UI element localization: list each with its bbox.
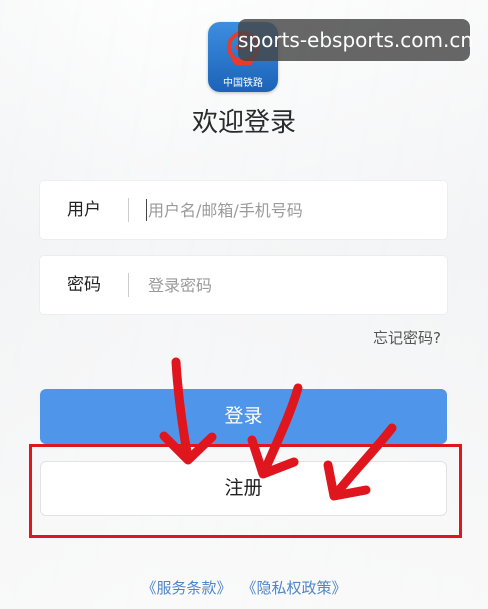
register-button[interactable]: 注册 bbox=[40, 461, 447, 516]
username-field[interactable]: 用户 bbox=[40, 181, 447, 239]
logo-caption: 中国铁路 bbox=[223, 78, 263, 89]
watermark: sports-ebsports.com.cn bbox=[238, 19, 473, 61]
field-divider bbox=[128, 198, 129, 222]
username-label: 用户 bbox=[67, 200, 101, 220]
terms-link[interactable]: 《服务条款》 bbox=[141, 577, 231, 598]
username-input[interactable] bbox=[148, 181, 438, 239]
footer-links: 《服务条款》 《隐私权政策》 bbox=[0, 577, 488, 598]
password-input[interactable] bbox=[148, 256, 438, 314]
field-divider bbox=[128, 273, 129, 297]
page-title: 欢迎登录 bbox=[191, 108, 296, 138]
login-button[interactable]: 登录 bbox=[40, 389, 447, 444]
password-label: 密码 bbox=[67, 275, 101, 295]
password-field[interactable]: 密码 bbox=[40, 256, 447, 314]
text-caret bbox=[146, 199, 147, 221]
forgot-password-link[interactable]: 忘记密码? bbox=[373, 327, 441, 348]
privacy-link[interactable]: 《隐私权政策》 bbox=[242, 577, 347, 598]
